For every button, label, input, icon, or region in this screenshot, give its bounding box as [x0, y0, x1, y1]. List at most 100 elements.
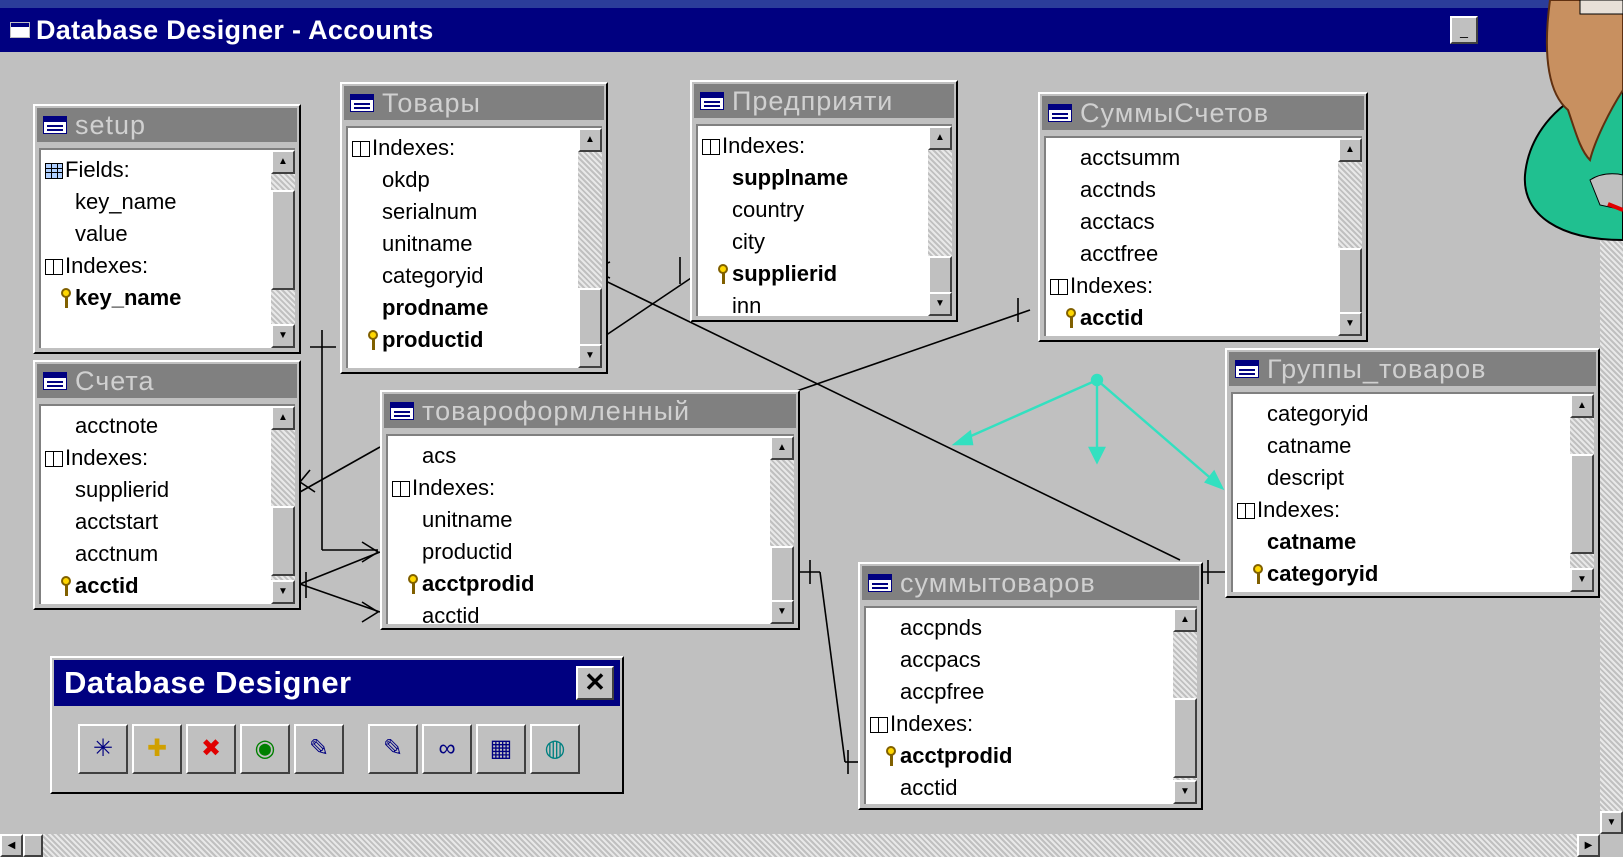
primary-key-field[interactable]: acctid	[1046, 302, 1338, 334]
table-window-summy-schetov[interactable]: СуммыСчетов acctsumm acctnds acctacs acctfre…	[1038, 92, 1368, 342]
scroll-down-button[interactable]: ▼	[1570, 568, 1594, 592]
indexes-section[interactable]: Indexes:	[348, 132, 578, 164]
window-horizontal-scrollbar[interactable]: ◀ ▶	[0, 834, 1600, 857]
scroll-down-button[interactable]: ▼	[1600, 811, 1623, 834]
table-title-bar[interactable]: суммытоваров	[862, 566, 1199, 600]
scroll-down-button[interactable]: ▼	[1173, 780, 1197, 804]
table-scrollbar[interactable]: ▲ ▼	[1338, 138, 1362, 336]
table-window-setup[interactable]: setup Fields: key_name value Indexes: key_nam…	[33, 104, 301, 354]
table-title-bar[interactable]: Товары	[344, 86, 604, 120]
table-field[interactable]: value	[41, 218, 271, 250]
horizontal-scroll-thumb[interactable]	[23, 834, 43, 857]
table-window-summy-tovarov[interactable]: суммытоваров accpnds accpacs accpfree Indexe…	[858, 562, 1203, 810]
table-title-bar[interactable]: Группы_товаров	[1229, 352, 1596, 386]
table-field[interactable]: serialnum	[348, 196, 578, 228]
table-field[interactable]: descript	[1233, 462, 1570, 494]
index-field[interactable]: supplname	[698, 162, 928, 194]
scroll-down-button[interactable]: ▼	[271, 324, 295, 348]
scroll-thumb[interactable]	[271, 190, 295, 290]
scroll-down-button[interactable]: ▼	[578, 344, 602, 368]
table-scrollbar[interactable]: ▲ ▼	[1173, 608, 1197, 804]
toolbar-title[interactable]: Database Designer	[54, 660, 620, 706]
table-field[interactable]: supplierid	[41, 474, 271, 506]
scroll-thumb[interactable]	[1570, 454, 1594, 554]
connections-button[interactable]: ▦	[476, 724, 526, 774]
scroll-down-button[interactable]: ▼	[1338, 312, 1362, 336]
scroll-up-button[interactable]: ▲	[770, 436, 794, 460]
index-field[interactable]: prodname	[348, 292, 578, 324]
primary-key-field[interactable]: acctprodid	[388, 568, 770, 600]
add-remote-view-button[interactable]: ◉	[240, 724, 290, 774]
table-field[interactable]: categoryid	[1233, 398, 1570, 430]
edit-stored-procedure-button[interactable]: ∞	[422, 724, 472, 774]
table-field[interactable]: acctstart	[41, 506, 271, 538]
table-title-bar[interactable]: СуммыСчетов	[1042, 96, 1364, 130]
browse-table-button[interactable]: ✎	[368, 724, 418, 774]
table-window-tovaroformlenny[interactable]: товароформленный acs Indexes: unitname produ…	[380, 390, 800, 630]
table-field[interactable]: accpacs	[866, 644, 1173, 676]
table-window-tovary[interactable]: Товары Indexes: okdp serialnum unitname categ…	[340, 82, 608, 374]
table-window-predpriyatie[interactable]: Предприяти Indexes: supplname country city su…	[690, 80, 958, 322]
primary-key-field[interactable]: productid	[348, 324, 578, 356]
table-field[interactable]: productid	[388, 536, 770, 568]
scroll-thumb[interactable]	[1173, 698, 1197, 778]
modify-table-button[interactable]: ✎	[294, 724, 344, 774]
indexes-section[interactable]: Indexes:	[41, 250, 271, 282]
table-field[interactable]: okdp	[348, 164, 578, 196]
indexes-section[interactable]: Indexes:	[1233, 494, 1570, 526]
table-field[interactable]: acctsumm	[1046, 142, 1338, 174]
table-field[interactable]: acctid	[388, 600, 770, 624]
table-window-scheta[interactable]: Счета acctnote Indexes: supplierid acctstart…	[33, 360, 301, 610]
table-window-gruppy-tovarov[interactable]: Группы_товаров categoryid catname descript I…	[1225, 348, 1600, 598]
scroll-up-button[interactable]: ▲	[1570, 394, 1594, 418]
table-field[interactable]: acctacs	[1046, 206, 1338, 238]
remove-table-button[interactable]: ✖	[186, 724, 236, 774]
table-scrollbar[interactable]: ▲ ▼	[578, 128, 602, 368]
table-title-bar[interactable]: Счета	[37, 364, 297, 398]
edit-connections-button[interactable]: ◍	[530, 724, 580, 774]
scroll-left-button[interactable]: ◀	[0, 834, 23, 857]
primary-key-field[interactable]: categoryid	[1233, 558, 1570, 590]
scroll-up-button[interactable]: ▲	[271, 406, 295, 430]
table-field[interactable]: catname	[1233, 430, 1570, 462]
table-field[interactable]: acctnum	[41, 538, 271, 570]
scroll-up-button[interactable]: ▲	[1338, 138, 1362, 162]
table-field[interactable]: key_name	[41, 186, 271, 218]
scroll-thumb[interactable]	[770, 546, 794, 606]
indexes-section[interactable]: Indexes:	[1046, 270, 1338, 302]
table-scrollbar[interactable]: ▲ ▼	[271, 150, 295, 348]
fields-section[interactable]: Fields:	[41, 154, 271, 186]
table-field[interactable]: acctid	[866, 772, 1173, 804]
primary-key-field[interactable]: acctid	[41, 570, 271, 602]
table-scrollbar[interactable]: ▲ ▼	[928, 126, 952, 316]
primary-key-field[interactable]: acctprodid	[866, 740, 1173, 772]
table-title-bar[interactable]: setup	[37, 108, 297, 142]
table-title-bar[interactable]: товароформленный	[384, 394, 796, 428]
table-field[interactable]: categoryid	[348, 260, 578, 292]
toolbar-close-button[interactable]: ✕	[576, 666, 614, 700]
table-field[interactable]: accpnds	[866, 612, 1173, 644]
scroll-up-button[interactable]: ▲	[271, 150, 295, 174]
scroll-right-button[interactable]: ▶	[1577, 834, 1600, 857]
table-field[interactable]: acctnote	[41, 410, 271, 442]
scroll-up-button[interactable]: ▲	[928, 126, 952, 150]
scroll-down-button[interactable]: ▼	[928, 292, 952, 316]
primary-key-field[interactable]: supplierid	[698, 258, 928, 290]
table-field[interactable]: country	[698, 194, 928, 226]
table-field[interactable]: acs	[388, 440, 770, 472]
table-field[interactable]: acctnds	[1046, 174, 1338, 206]
table-field[interactable]: city	[698, 226, 928, 258]
indexes-section[interactable]: Indexes:	[41, 442, 271, 474]
table-scrollbar[interactable]: ▲ ▼	[1570, 394, 1594, 592]
scroll-up-button[interactable]: ▲	[1173, 608, 1197, 632]
window-titlebar[interactable]: Database Designer - Accounts _	[0, 8, 1623, 52]
scroll-thumb[interactable]	[271, 506, 295, 576]
database-designer-toolbar[interactable]: Database Designer ✕ ✳ ✚ ✖ ◉ ✎ ✎ ∞ ▦ ◍	[50, 656, 624, 794]
primary-key-field[interactable]: key_name	[41, 282, 271, 314]
table-scrollbar[interactable]: ▲ ▼	[271, 406, 295, 604]
designer-canvas[interactable]: setup Fields: key_name value Indexes: key_nam…	[0, 52, 1600, 832]
table-field[interactable]: unitname	[348, 228, 578, 260]
office-assistant-hand[interactable]	[1520, 0, 1623, 290]
table-field[interactable]: unitname	[388, 504, 770, 536]
indexes-section[interactable]: Indexes:	[866, 708, 1173, 740]
